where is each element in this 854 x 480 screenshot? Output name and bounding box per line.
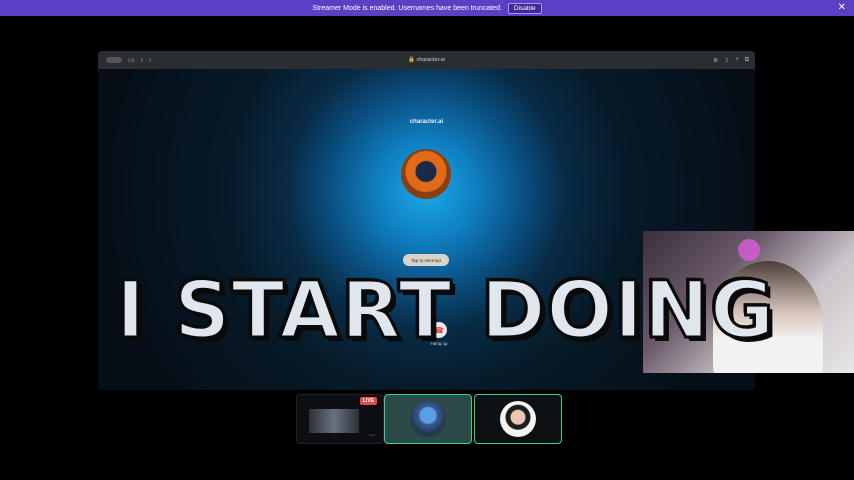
streamer-mode-banner: Streamer Mode is enabled. Usernames have…: [0, 0, 854, 16]
participant-tile[interactable]: [384, 394, 472, 444]
video-caption: I START DOING: [114, 266, 776, 356]
tap-to-interrupt-button[interactable]: Tap to interrupt: [403, 254, 449, 266]
address-bar[interactable]: 🔒 character.ai: [408, 57, 445, 63]
new-tab-icon[interactable]: +: [735, 57, 739, 64]
screen-share-tile[interactable]: LIVE ···: [296, 394, 384, 444]
share-icon[interactable]: ⇪: [724, 57, 729, 64]
ring-light: [738, 239, 760, 261]
screen-preview: [309, 409, 359, 433]
banner-message: Streamer Mode is enabled. Usernames have…: [312, 4, 502, 12]
disable-streamer-mode-button[interactable]: Disable: [507, 2, 542, 14]
avatar: [500, 401, 536, 437]
live-badge: LIVE: [359, 397, 377, 405]
back-icon[interactable]: ‹: [141, 57, 143, 64]
more-options-icon[interactable]: ···: [368, 432, 375, 439]
brand-logo: character.ai: [409, 119, 444, 125]
avatar: [410, 401, 446, 437]
toolbar-actions: ⊕ ⇪ + ⧉: [713, 57, 749, 64]
forward-icon[interactable]: ›: [149, 57, 151, 64]
character-avatar: [401, 149, 451, 199]
participant-tiles: LIVE ···: [0, 394, 854, 444]
window-controls[interactable]: [106, 57, 122, 63]
browser-toolbar: ▭ ‹ › 🔒 character.ai ⊕ ⇪ + ⧉: [98, 51, 755, 69]
sidebar-icon[interactable]: ▭: [128, 56, 135, 64]
participant-tile[interactable]: [474, 394, 562, 444]
lock-icon: 🔒: [408, 57, 415, 63]
url-text: character.ai: [416, 57, 445, 63]
download-icon[interactable]: ⊕: [713, 57, 718, 64]
tabs-overview-icon[interactable]: ⧉: [745, 57, 749, 64]
close-icon[interactable]: ✕: [838, 2, 846, 13]
